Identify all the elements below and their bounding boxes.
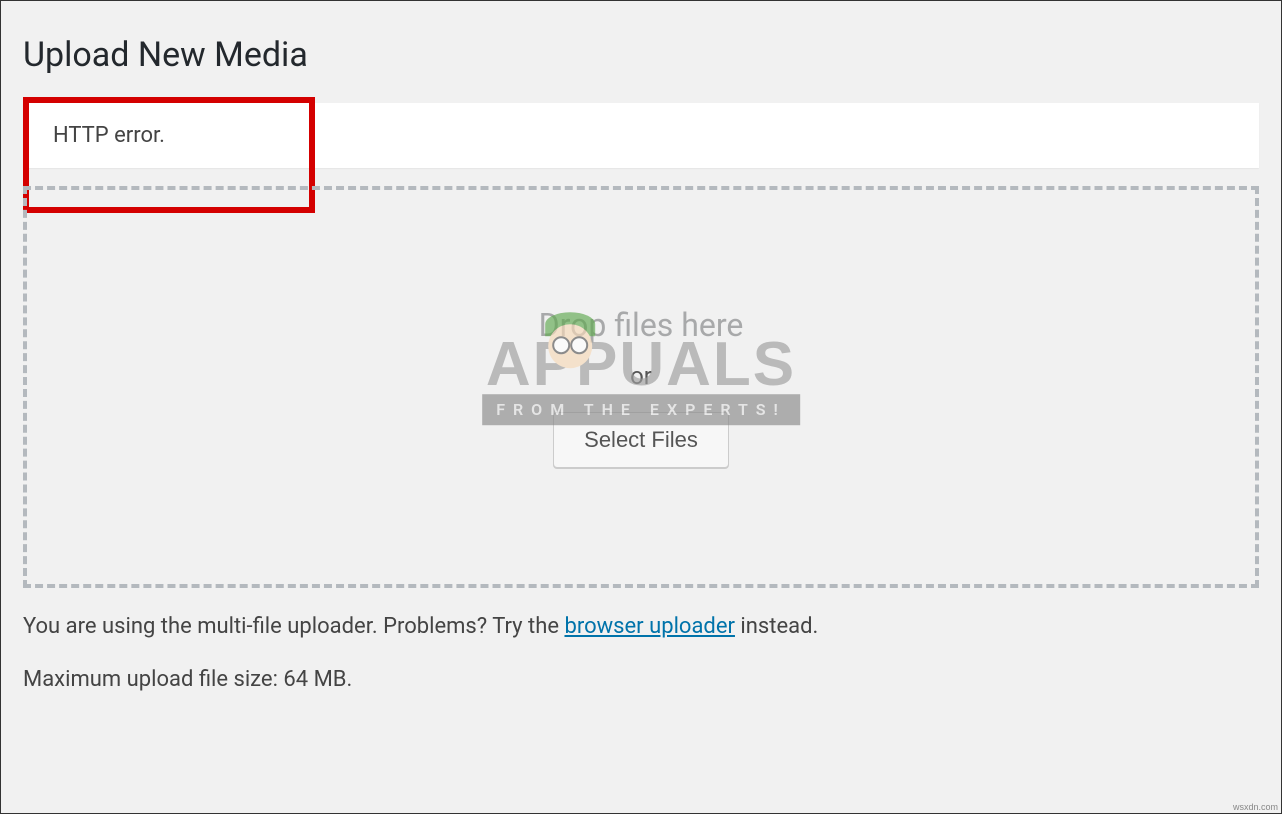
footer-watermark: wsxdn.com <box>1233 802 1278 812</box>
browser-uploader-link[interactable]: browser uploader <box>564 614 734 639</box>
or-label: or <box>630 362 652 390</box>
content-wrap: Upload New Media HTTP error. APPUALS FRO… <box>1 1 1281 738</box>
max-upload-size: Maximum upload file size: 64 MB. <box>23 665 1259 696</box>
select-files-button[interactable]: Select Files <box>553 412 729 468</box>
drop-files-label: Drop files here <box>539 306 744 344</box>
uploader-info-prefix: You are using the multi-file uploader. P… <box>23 614 564 639</box>
uploader-info-suffix: instead. <box>735 614 818 639</box>
error-message: HTTP error. <box>53 123 165 148</box>
upload-dropzone[interactable]: APPUALS FROM THE EXPERTS! Drop files her… <box>23 186 1259 588</box>
uploader-info: You are using the multi-file uploader. P… <box>23 612 1259 643</box>
error-notice: HTTP error. <box>23 103 1259 168</box>
page-title: Upload New Media <box>23 35 1259 75</box>
